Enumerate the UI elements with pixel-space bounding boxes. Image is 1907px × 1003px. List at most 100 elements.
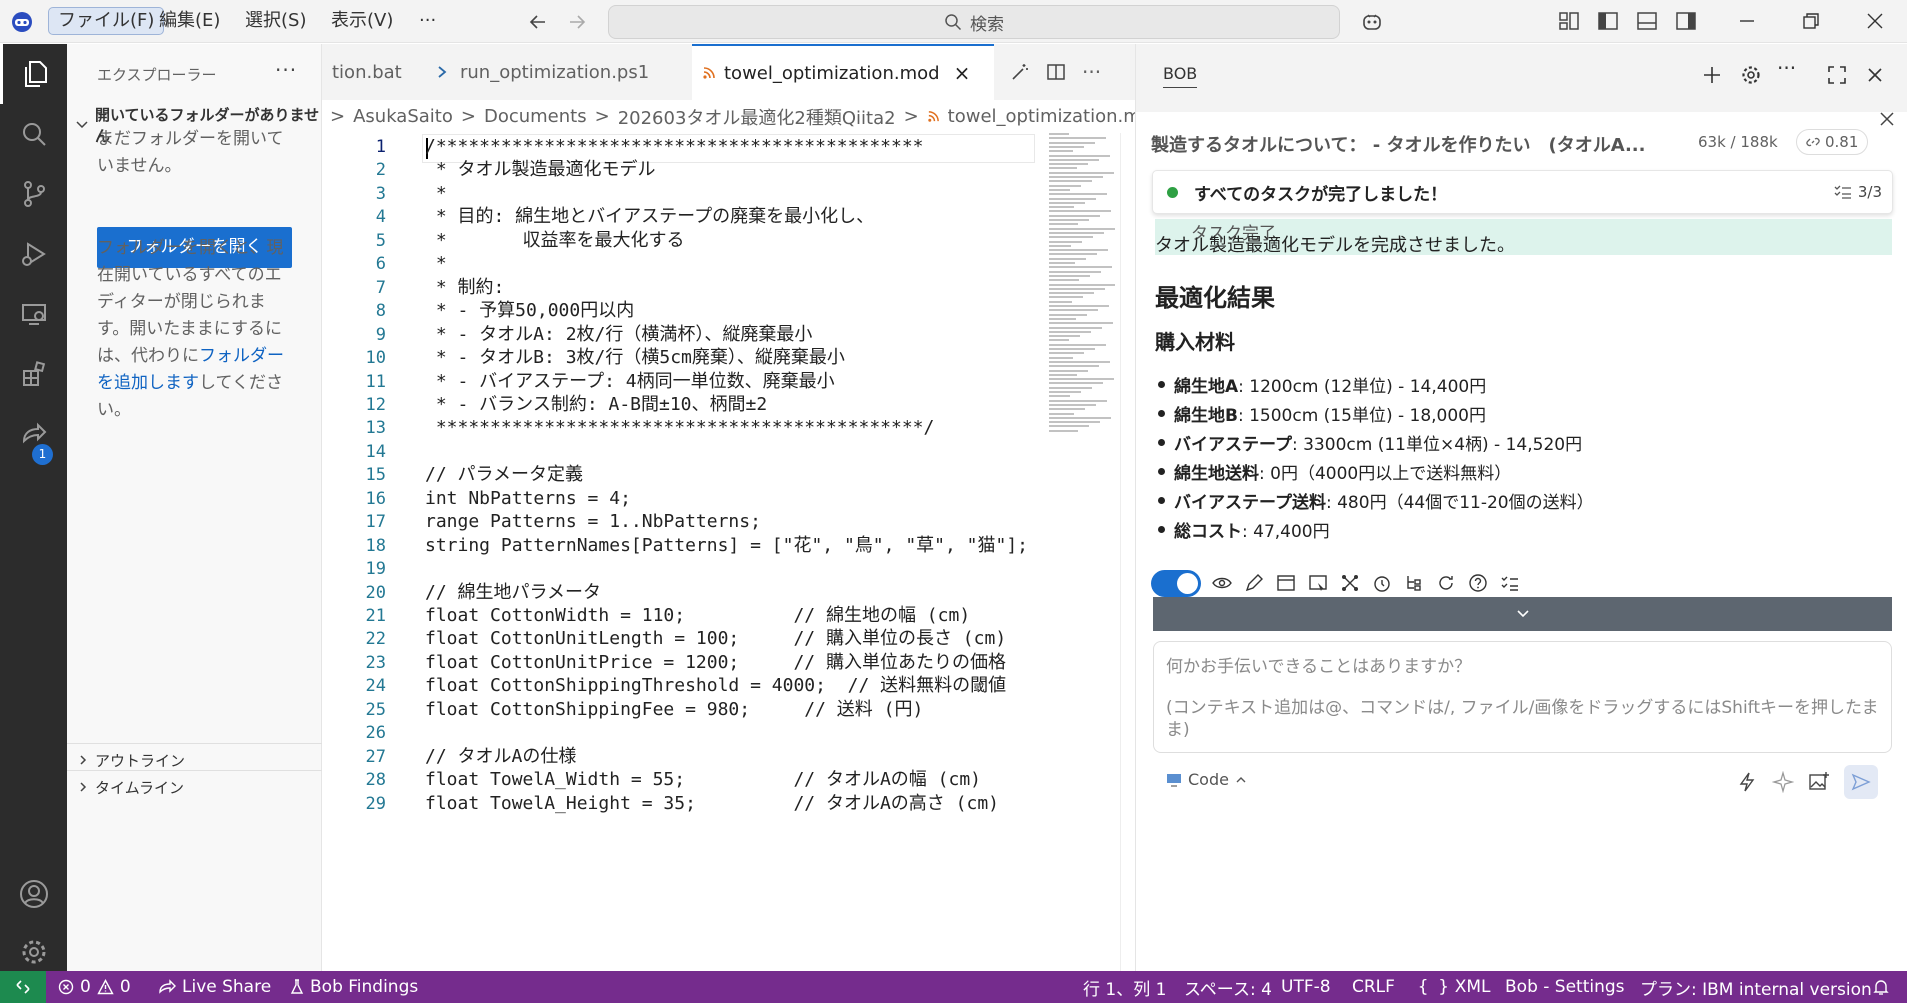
tab-bat-file[interactable]: tion.bat (322, 44, 426, 100)
chevron-up-icon (1235, 775, 1247, 785)
code-editor[interactable]: 1 2 3 4 5 6 7 8 9 10 11 12 13 14 15 16 17 18 19 20 21 22 23 24 2… (322, 133, 1035, 971)
close-panel-icon[interactable] (1864, 64, 1886, 86)
material-name: バイアステープ (1174, 435, 1292, 455)
command-search-box[interactable]: 検索 (608, 5, 1340, 39)
material-value: : 1200cm (12単位) - 14,400円 (1238, 377, 1487, 397)
code-line: float CottonShippingFee = 980; // 送料 (円) (425, 698, 924, 720)
bob-settings-status[interactable]: Bob - Settings (1505, 971, 1625, 1003)
minimap-line (1049, 300, 1072, 303)
minimap-line (1049, 223, 1078, 226)
notifications-bell-icon[interactable] (1872, 971, 1890, 1003)
tab-run-optimization[interactable]: run_optimization.ps1 (426, 44, 678, 100)
minimap-line (1049, 274, 1090, 277)
breadcrumb-item[interactable]: 202603タオル最適化2種類Qiita2 (618, 104, 896, 130)
accounts-icon[interactable] (0, 864, 67, 924)
code-line: ****************************************… (425, 417, 935, 439)
close-window-icon[interactable] (1864, 10, 1886, 32)
tab-close-icon[interactable]: × (954, 61, 971, 85)
eol-status[interactable]: CRLF (1352, 971, 1395, 1003)
explorer-icon[interactable] (0, 44, 67, 104)
mode-selector[interactable]: Code (1166, 770, 1247, 789)
material-name: バイアステープ送料 (1174, 493, 1326, 513)
minimize-icon[interactable] (1736, 10, 1758, 32)
tab-towel-optimization[interactable]: towel_optimization.mod × (692, 44, 994, 100)
terminal-icon[interactable] (1275, 572, 1297, 594)
language-status[interactable]: { } XML (1418, 971, 1491, 1003)
problems-indicator[interactable]: 0 0 (58, 971, 131, 1003)
menu-edit[interactable]: 編集(E) (150, 7, 229, 35)
menu-more[interactable]: ··· (410, 7, 445, 35)
send-button[interactable] (1844, 765, 1878, 799)
toggle-primary-sidebar-icon[interactable] (1597, 10, 1619, 32)
toggle-secondary-sidebar-icon[interactable] (1675, 10, 1697, 32)
restore-icon[interactable] (1800, 10, 1822, 32)
cursor-position[interactable]: 行 1、列 1 (1083, 971, 1166, 1003)
minimap-line (1049, 369, 1088, 372)
title-bar: ファイル(F) 編集(E) 選択(S) 表示(V) ··· 検索 (0, 0, 1907, 43)
minimap-line (1049, 253, 1097, 256)
browser-icon[interactable] (1307, 572, 1329, 594)
collapse-bar[interactable] (1153, 597, 1892, 631)
extensions-icon[interactable] (0, 344, 67, 404)
menu-selection[interactable]: 選択(S) (236, 7, 315, 35)
remote-explorer-icon[interactable] (0, 284, 67, 344)
source-control-icon[interactable] (0, 164, 67, 224)
sparkle-icon[interactable] (1772, 771, 1794, 793)
todo-list-icon[interactable] (1499, 572, 1521, 594)
chat-input[interactable]: 何かお手伝いできることはありますか？ (コンテキスト追加は@、コマンドは/, フ… (1153, 641, 1892, 753)
minimap-line (1049, 348, 1095, 350)
magic-wand-icon[interactable] (1000, 44, 1040, 100)
error-count: 0 (80, 977, 91, 997)
retry-icon[interactable] (1435, 572, 1457, 594)
breadcrumb-separator: > (594, 106, 610, 127)
mode-switch-icon[interactable] (1371, 572, 1393, 594)
help-icon[interactable] (1467, 572, 1489, 594)
live-share-status[interactable]: Live Share (158, 971, 271, 1003)
task-status-bar[interactable]: すべてのタスクが完了しました！ 3/3 (1152, 170, 1893, 214)
menu-file[interactable]: ファイル(F) (48, 7, 165, 35)
minimap-line (1049, 266, 1112, 269)
tab-bob[interactable]: BOB (1163, 64, 1198, 88)
maximize-icon[interactable] (1826, 64, 1848, 86)
menu-view[interactable]: 表示(V) (322, 7, 402, 35)
breadcrumb-item[interactable]: AsukaSaito (353, 106, 453, 127)
remote-indicator[interactable] (0, 971, 46, 1003)
plan-status[interactable]: プラン: IBM internal version (1640, 971, 1872, 1003)
editor-more-button[interactable]: ··· (1072, 44, 1111, 100)
task-count-value: 3/3 (1857, 183, 1882, 201)
breadcrumb-item[interactable]: towel_optimization.mod (948, 106, 1135, 127)
minimap-line (1049, 352, 1084, 355)
editor-scrollbar[interactable] (1120, 133, 1135, 971)
add-image-icon[interactable] (1808, 771, 1830, 793)
gear-icon[interactable] (1740, 64, 1762, 86)
explorer-more-button[interactable]: ··· (275, 58, 297, 82)
subtask-icon[interactable] (1403, 572, 1425, 594)
toggle-panel-icon[interactable] (1636, 10, 1658, 32)
bob-findings-status[interactable]: Bob Findings (290, 971, 418, 1003)
back-arrow-icon[interactable] (527, 11, 549, 33)
breadcrumb-item[interactable]: Documents (484, 106, 587, 127)
minimap[interactable] (1045, 133, 1115, 971)
indentation-status[interactable]: スペース: 4 (1184, 971, 1272, 1003)
search-activity-icon[interactable] (0, 104, 67, 164)
plus-icon[interactable] (1701, 64, 1723, 86)
material-item: 綿生地送料: 0円（4000円以上で送料無料） (1157, 459, 1511, 484)
forward-arrow-icon[interactable] (566, 11, 588, 33)
timeline-section[interactable]: タイムライン (67, 770, 322, 803)
lightning-icon[interactable] (1736, 771, 1758, 793)
copilot-icon[interactable] (1360, 10, 1384, 34)
pencil-icon[interactable] (1243, 572, 1265, 594)
mcp-icon[interactable] (1339, 572, 1361, 594)
eye-icon[interactable] (1211, 572, 1233, 594)
split-editor-icon[interactable] (1036, 44, 1076, 100)
customize-layout-icon[interactable] (1558, 10, 1580, 32)
live-share-icon[interactable] (0, 404, 67, 464)
run-debug-icon[interactable] (0, 224, 67, 284)
encoding-status[interactable]: UTF-8 (1281, 971, 1331, 1003)
panel-more-button[interactable]: ··· (1777, 56, 1796, 80)
minimap-line (1049, 201, 1085, 204)
minimap-line (1049, 429, 1078, 432)
auto-approve-toggle[interactable] (1151, 569, 1201, 597)
message-intro: タオル製造最適化モデルを完成させました。 (1155, 235, 1515, 256)
close-chat-icon[interactable] (1878, 110, 1896, 128)
